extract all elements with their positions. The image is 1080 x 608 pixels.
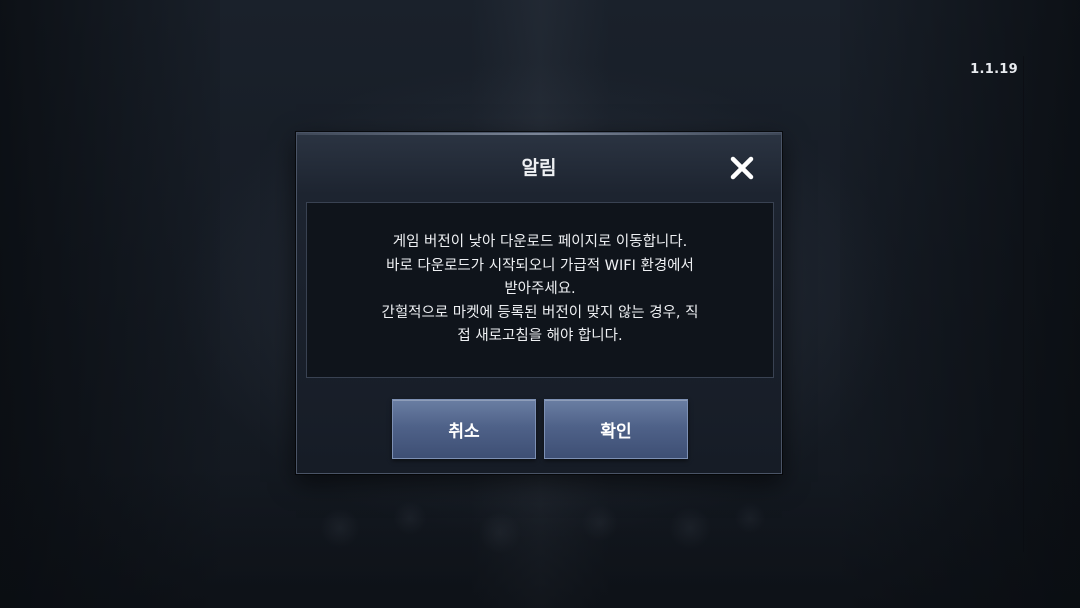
background-edge-line — [1023, 56, 1024, 552]
game-screen: 1.1.19 알림 게임 버전이 낮아 다운로드 페이지로 이동합니다. 바로 … — [0, 0, 1080, 608]
version-label: 1.1.19 — [970, 62, 1018, 77]
message-line: 간헐적으로 마켓에 등록된 버전이 맞지 않는 경우, 직 — [381, 304, 699, 321]
dialog-title: 알림 — [521, 157, 557, 179]
message-line: 게임 버전이 낮아 다운로드 페이지로 이동합니다. — [392, 234, 688, 251]
message-panel: 게임 버전이 낮아 다운로드 페이지로 이동합니다. 바로 다운로드가 시작되오… — [306, 202, 774, 378]
message-line: 바로 다운로드가 시작되오니 가급적 WIFI 환경에서 — [386, 257, 694, 274]
close-button[interactable] — [729, 155, 755, 181]
close-icon — [730, 156, 754, 180]
dialog-message: 게임 버전이 낮아 다운로드 페이지로 이동합니다. 바로 다운로드가 시작되오… — [381, 231, 698, 349]
confirm-button[interactable]: 확인 — [544, 399, 688, 459]
message-line: 받아주세요. — [504, 281, 576, 298]
message-line: 접 새로고침을 해야 합니다. — [457, 328, 623, 345]
background-floor — [0, 468, 1080, 608]
notice-dialog: 알림 게임 버전이 낮아 다운로드 페이지로 이동합니다. 바로 다운로드가 시… — [296, 132, 782, 474]
cancel-button[interactable]: 취소 — [392, 399, 536, 459]
